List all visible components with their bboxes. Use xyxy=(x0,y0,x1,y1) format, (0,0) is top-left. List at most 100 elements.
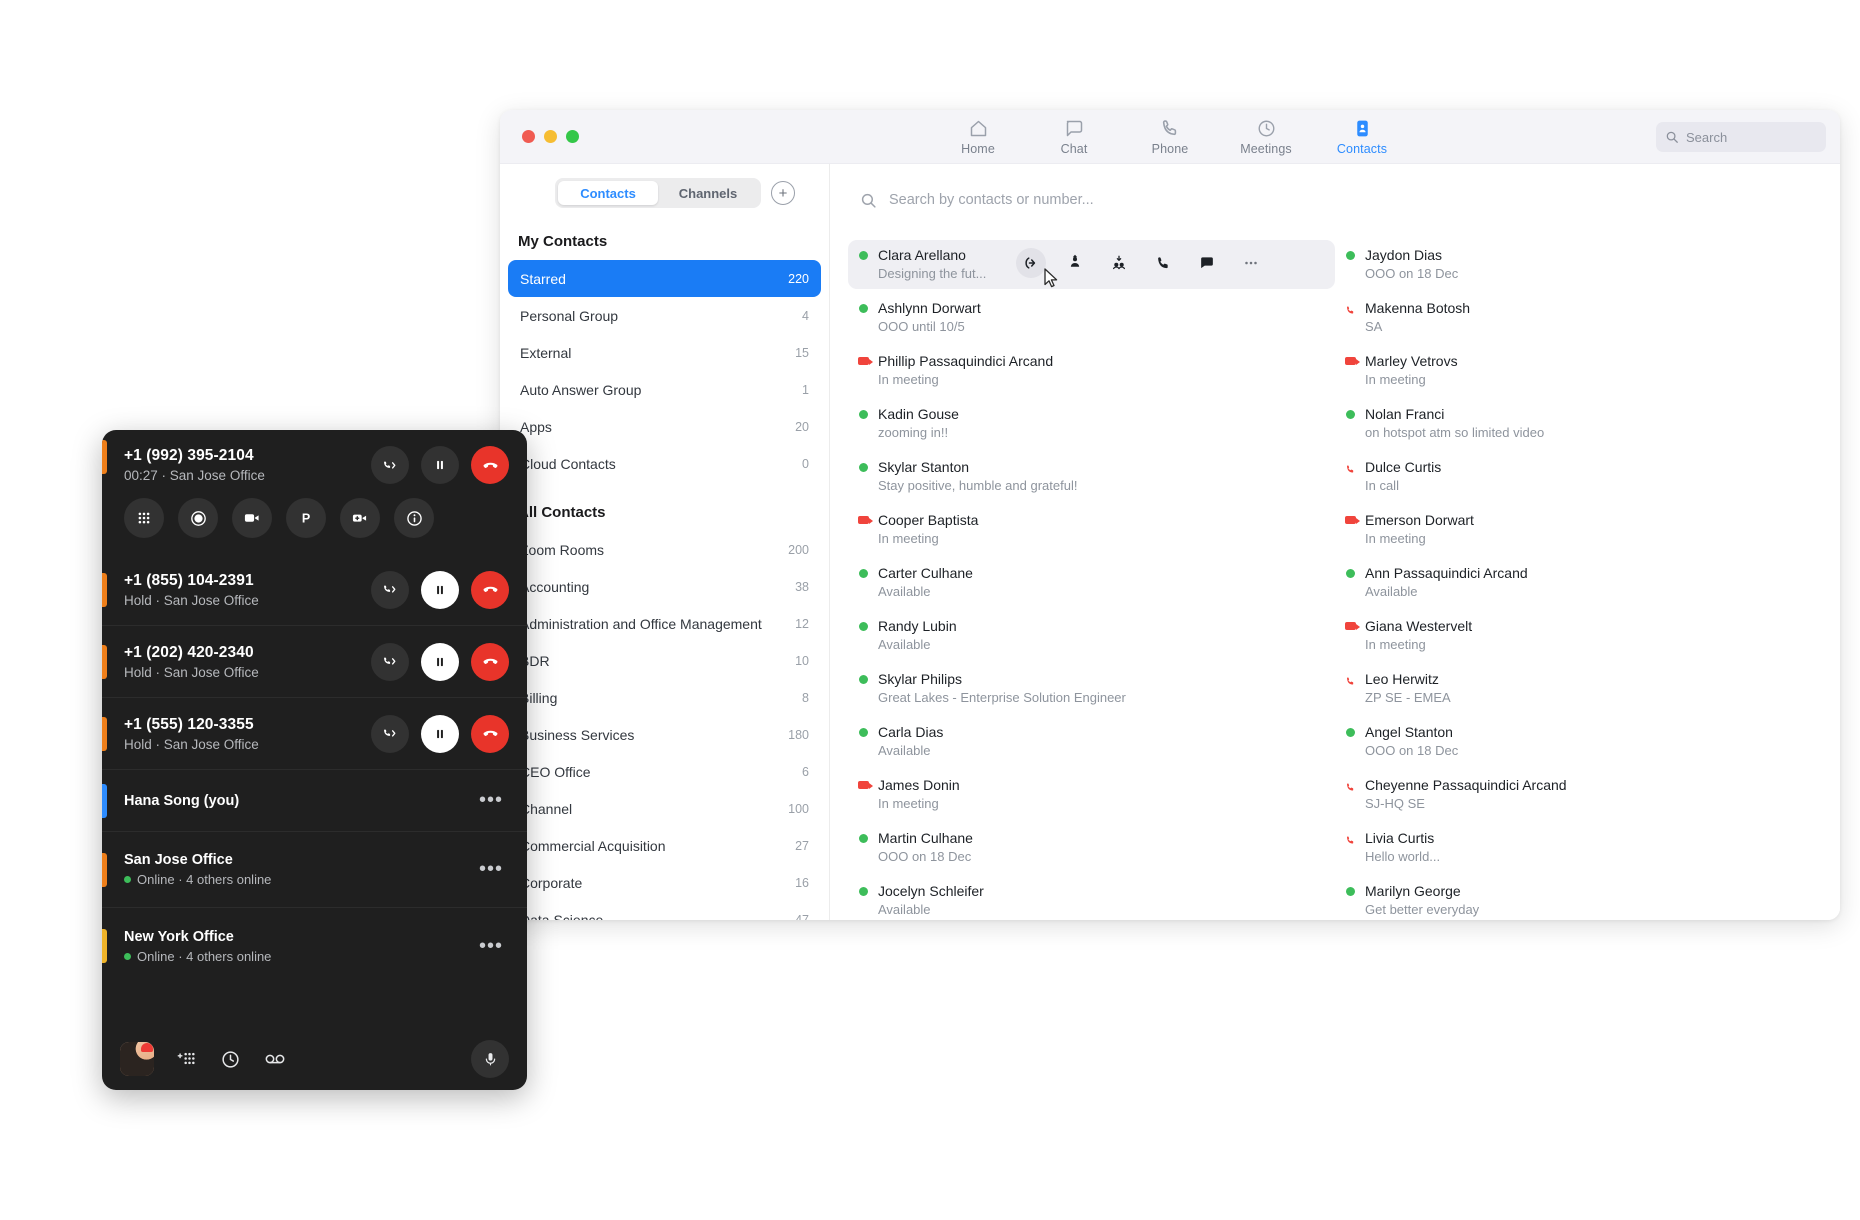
line-more-icon[interactable]: ••• xyxy=(479,789,527,812)
sidebar-item-business-services[interactable]: Business Services 180 xyxy=(508,716,821,753)
sidebar-item-auto-answer-group[interactable]: Auto Answer Group 1 xyxy=(508,371,821,408)
contact-row[interactable]: Jaydon Dias OOO on 18 Dec xyxy=(1335,240,1822,289)
line-more-icon[interactable]: ••• xyxy=(479,935,527,958)
sidebar-item-zoom-rooms[interactable]: Zoom Rooms 200 xyxy=(508,531,821,568)
contact-row[interactable]: Angel Stanton OOO on 18 Dec xyxy=(1335,717,1822,766)
contact-row[interactable]: Ann Passaquindici Arcand Available xyxy=(1335,558,1822,607)
more-icon[interactable] xyxy=(1236,248,1266,278)
mic-icon[interactable] xyxy=(471,1040,509,1078)
contact-row[interactable]: Phillip Passaquindici Arcand In meeting xyxy=(848,346,1335,395)
sidebar-item-external[interactable]: External 15 xyxy=(508,334,821,371)
contact-row[interactable]: Marilyn George Get better everyday xyxy=(1335,876,1822,920)
minimize-window-button[interactable] xyxy=(544,130,557,143)
end-call-button[interactable] xyxy=(471,446,509,484)
transfer-call-button[interactable] xyxy=(371,571,409,609)
end-call-button[interactable] xyxy=(471,571,509,609)
maximize-window-button[interactable] xyxy=(566,130,579,143)
phone-line-row[interactable]: New York Office Online · 4 others online… xyxy=(102,908,527,984)
transfer-call-button[interactable] xyxy=(371,715,409,753)
contact-row[interactable]: Cheyenne Passaquindici Arcand SJ-HQ SE xyxy=(1335,770,1822,819)
sidebar-item-personal-group[interactable]: Personal Group 4 xyxy=(508,297,821,334)
tab-channels[interactable]: Channels xyxy=(658,181,758,205)
new-call-dialpad-icon[interactable] xyxy=(176,1049,198,1069)
contact-row[interactable]: Marley Vetrovs In meeting xyxy=(1335,346,1822,395)
info-icon[interactable] xyxy=(394,498,434,538)
avatar[interactable] xyxy=(120,1042,154,1076)
end-call-button[interactable] xyxy=(471,715,509,753)
contact-row[interactable]: Cooper Baptista In meeting xyxy=(848,505,1335,554)
resume-hold-button[interactable] xyxy=(421,715,459,753)
contact-row[interactable]: Giana Westervelt In meeting xyxy=(1335,611,1822,660)
contact-row[interactable]: Clara Arellano Designing the fut... xyxy=(848,240,1335,289)
active-call-row[interactable]: +1 (992) 395-2104 00:27 · San Jose Offic… xyxy=(102,430,527,484)
transfer-call-button[interactable] xyxy=(371,643,409,681)
contact-row[interactable]: Randy Lubin Available xyxy=(848,611,1335,660)
sidebar-item-commercial-acquisition[interactable]: Commercial Acquisition 27 xyxy=(508,827,821,864)
sidebar-item-accounting[interactable]: Accounting 38 xyxy=(508,568,821,605)
sidebar-item-apps[interactable]: Apps 20 xyxy=(508,408,821,445)
line-name: Hana Song (you) xyxy=(124,793,479,809)
contact-status: In meeting xyxy=(1365,372,1426,387)
voicemail-icon[interactable] xyxy=(263,1049,287,1069)
sidebar-item-administration-and-office-management[interactable]: Administration and Office Management 12 xyxy=(508,605,821,642)
sidebar-item-corporate[interactable]: Corporate 16 xyxy=(508,864,821,901)
transfer-call-button[interactable] xyxy=(371,446,409,484)
call-transfer-icon[interactable] xyxy=(1016,248,1046,278)
nav-tab-home[interactable]: Home xyxy=(947,117,1009,156)
sidebar-item-ceo-office[interactable]: CEO Office 6 xyxy=(508,753,821,790)
sidebar-item-billing[interactable]: Billing 8 xyxy=(508,679,821,716)
held-call-row[interactable]: +1 (555) 120-3355 Hold · San Jose Office xyxy=(102,698,527,770)
nav-tab-contacts[interactable]: Contacts xyxy=(1331,117,1393,156)
contact-row[interactable]: Jocelyn Schleifer Available xyxy=(848,876,1335,920)
contact-row[interactable]: Ashlynn Dorwart OOO until 10/5 xyxy=(848,293,1335,342)
contact-row[interactable]: Martin Culhane OOO on 18 Dec xyxy=(848,823,1335,872)
phone-icon[interactable] xyxy=(1148,248,1178,278)
sidebar-item-bdr[interactable]: BDR 10 xyxy=(508,642,821,679)
sidebar-item-data-science[interactable]: Data Science 47 xyxy=(508,901,821,920)
dialpad-icon[interactable] xyxy=(124,498,164,538)
contact-row[interactable]: Livia Curtis Hello world... xyxy=(1335,823,1822,872)
contact-row[interactable]: Makenna Botosh SA xyxy=(1335,293,1822,342)
contact-row[interactable]: Emerson Dorwart In meeting xyxy=(1335,505,1822,554)
tab-contacts[interactable]: Contacts xyxy=(558,181,658,205)
resume-hold-button[interactable] xyxy=(421,643,459,681)
held-call-row[interactable]: +1 (855) 104-2391 Hold · San Jose Office xyxy=(102,554,527,626)
svg-text:P: P xyxy=(302,512,310,526)
line-name: New York Office xyxy=(124,929,479,945)
sidebar-item-starred[interactable]: Starred 220 xyxy=(508,260,821,297)
nav-tab-meetings[interactable]: Meetings xyxy=(1235,117,1297,156)
contact-row[interactable]: Skylar Stanton Stay positive, humble and… xyxy=(848,452,1335,501)
invite-to-meeting-icon[interactable] xyxy=(1060,248,1090,278)
all-contacts-list: Zoom Rooms 200 Accounting 38 Administrat… xyxy=(500,531,829,920)
video-icon[interactable] xyxy=(232,498,272,538)
contact-row[interactable]: Dulce Curtis In call xyxy=(1335,452,1822,501)
contact-row[interactable]: Carla Dias Available xyxy=(848,717,1335,766)
contact-row[interactable]: Kadin Gouse zooming in!! xyxy=(848,399,1335,448)
contact-row[interactable]: James Donin In meeting xyxy=(848,770,1335,819)
global-search-box[interactable]: Search xyxy=(1656,122,1826,152)
sidebar-item-cloud-contacts[interactable]: Cloud Contacts 0 xyxy=(508,445,821,482)
held-call-row[interactable]: +1 (202) 420-2340 Hold · San Jose Office xyxy=(102,626,527,698)
sidebar-item-channel[interactable]: Channel 100 xyxy=(508,790,821,827)
contact-row[interactable]: Skylar Philips Great Lakes - Enterprise … xyxy=(848,664,1335,713)
park-icon[interactable]: P xyxy=(286,498,326,538)
nav-tab-chat[interactable]: Chat xyxy=(1043,117,1105,156)
hold-button[interactable] xyxy=(421,446,459,484)
add-contact-button[interactable]: + xyxy=(771,181,795,205)
resume-hold-button[interactable] xyxy=(421,571,459,609)
phone-line-row[interactable]: Hana Song (you) ••• xyxy=(102,770,527,832)
add-video-icon[interactable] xyxy=(340,498,380,538)
meet-icon[interactable] xyxy=(1104,248,1134,278)
contacts-search-box[interactable]: Search by contacts or number... xyxy=(830,170,1840,230)
contact-row[interactable]: Leo Herwitz ZP SE - EMEA xyxy=(1335,664,1822,713)
end-call-button[interactable] xyxy=(471,643,509,681)
close-window-button[interactable] xyxy=(522,130,535,143)
record-icon[interactable] xyxy=(178,498,218,538)
chat-bubble-icon[interactable] xyxy=(1192,248,1222,278)
contact-row[interactable]: Carter Culhane Available xyxy=(848,558,1335,607)
contact-row[interactable]: Nolan Franci on hotspot atm so limited v… xyxy=(1335,399,1822,448)
nav-tab-phone[interactable]: Phone xyxy=(1139,117,1201,156)
call-history-icon[interactable] xyxy=(220,1049,241,1070)
line-more-icon[interactable]: ••• xyxy=(479,858,527,881)
phone-line-row[interactable]: San Jose Office Online · 4 others online… xyxy=(102,832,527,908)
